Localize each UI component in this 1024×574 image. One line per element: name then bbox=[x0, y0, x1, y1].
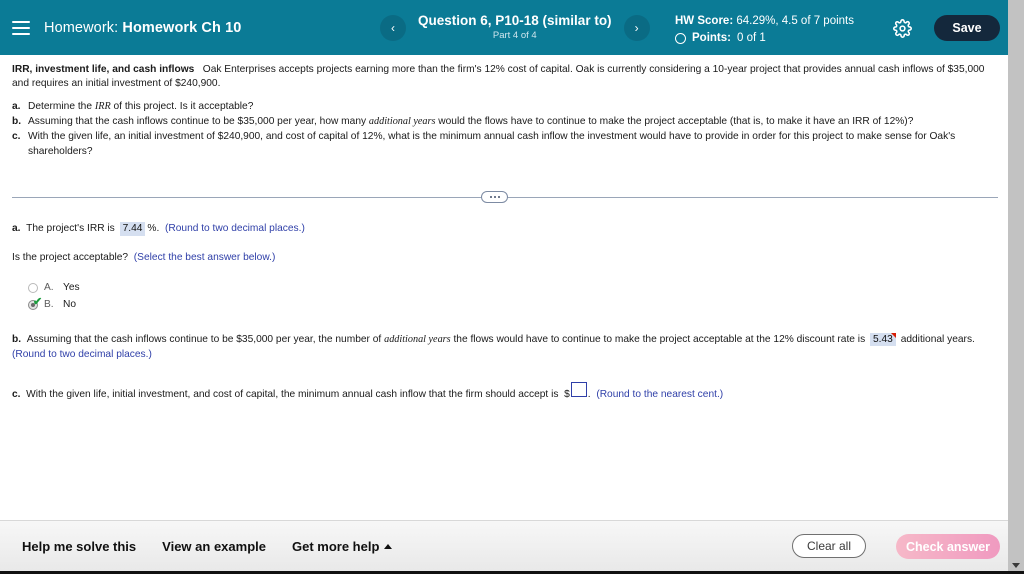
hw-score-row: HW Score: 64.29%, 4.5 of 7 points bbox=[675, 13, 854, 30]
part-letter: c. bbox=[12, 130, 21, 142]
choice-label: No bbox=[63, 299, 77, 311]
min-cash-inflow-input[interactable] bbox=[570, 382, 587, 398]
answer-row-a: a. The project's IRR is 7.44 %. (Round t… bbox=[12, 221, 998, 236]
checkmark-icon: ✔ bbox=[33, 296, 43, 308]
vertical-scrollbar[interactable] bbox=[1008, 0, 1024, 574]
view-an-example-button[interactable]: View an example bbox=[162, 539, 266, 554]
question-content: IRR, investment life, and cash inflows O… bbox=[0, 55, 1008, 520]
question-stem: IRR, investment life, and cash inflows O… bbox=[0, 55, 1008, 92]
answer-b-text-after: additional years. bbox=[900, 333, 975, 345]
choice-letter: B. bbox=[44, 299, 54, 311]
help-links: Help me solve this View an example Get m… bbox=[22, 539, 393, 554]
question-stem-lead: IRR, investment life, and cash inflows bbox=[12, 64, 195, 75]
score-summary: HW Score: 64.29%, 4.5 of 7 points Points… bbox=[675, 13, 854, 46]
caret-up-icon bbox=[384, 544, 393, 549]
acceptable-prompt: Is the project acceptable? bbox=[12, 252, 129, 264]
check-answer-button[interactable]: Check answer bbox=[896, 534, 1000, 559]
acceptable-prompt-row: Is the project acceptable? (Select the b… bbox=[12, 250, 998, 265]
choice-letter: A. bbox=[44, 282, 54, 294]
currency-symbol: $ bbox=[564, 389, 570, 401]
answer-c-hint: (Round to the nearest cent.) bbox=[596, 389, 724, 401]
page-title: Homework: Homework Ch 10 bbox=[44, 20, 241, 36]
points-circle-icon bbox=[675, 32, 686, 44]
question-part: Part 4 of 4 bbox=[492, 29, 537, 41]
answer-area: a. The project's IRR is 7.44 %. (Round t… bbox=[0, 205, 1008, 402]
app-header: Homework: Homework Ch 10 ‹ Question 6, P… bbox=[0, 0, 1008, 55]
answer-row-c: c. With the given life, initial investme… bbox=[12, 382, 998, 402]
answer-letter-b: b. bbox=[12, 333, 22, 345]
radio-icon[interactable]: ✔ bbox=[28, 297, 42, 310]
part-text-post: of this project. Is it acceptable? bbox=[110, 100, 254, 112]
hamburger-icon[interactable] bbox=[12, 20, 30, 35]
question-part-c: c. With the given life, an initial inves… bbox=[12, 130, 998, 160]
irr-hint: (Round to two decimal places.) bbox=[164, 222, 305, 234]
next-question-icon[interactable]: › bbox=[623, 14, 650, 41]
help-me-solve-this-button[interactable]: Help me solve this bbox=[22, 539, 136, 554]
answer-row-b: b. Assuming that the cash inflows contin… bbox=[12, 332, 998, 363]
answer-b-text-before: Assuming that the cash inflows continue … bbox=[26, 333, 382, 345]
section-divider bbox=[0, 189, 1008, 205]
question-title: Question 6, P10-18 (similar to) bbox=[418, 13, 612, 29]
get-more-help-button[interactable]: Get more help bbox=[291, 539, 393, 554]
get-more-help-label: Get more help bbox=[291, 539, 380, 554]
period: . bbox=[587, 389, 591, 401]
part-text-pre: Determine the bbox=[28, 100, 95, 112]
answer-letter-c: c. bbox=[12, 389, 21, 401]
radio-icon[interactable] bbox=[28, 283, 38, 293]
part-text-italic: IRR bbox=[94, 100, 111, 112]
answer-letter-a: a. bbox=[12, 222, 21, 234]
question-parts: a. Determine the IRR of this project. Is… bbox=[0, 92, 1008, 160]
question-part-b: b. Assuming that the cash inflows contin… bbox=[12, 115, 998, 130]
part-text-post: would the flows have to continue to make… bbox=[435, 115, 914, 127]
prev-question-icon[interactable]: ‹ bbox=[380, 14, 406, 41]
choice-label: Yes bbox=[63, 282, 80, 294]
homework-app: Homework: Homework Ch 10 ‹ Question 6, P… bbox=[0, 0, 1024, 574]
answer-a-text: The project's IRR is bbox=[26, 222, 115, 234]
clear-all-button[interactable]: Clear all bbox=[792, 534, 866, 558]
question-part-a: a. Determine the IRR of this project. Is… bbox=[12, 100, 998, 115]
additional-years-box[interactable]: 5.43 bbox=[870, 332, 896, 347]
save-button[interactable]: Save bbox=[934, 15, 1000, 41]
part-letter: a. bbox=[12, 100, 21, 112]
question-info: Question 6, P10-18 (similar to) Part 4 o… bbox=[418, 13, 612, 41]
ellipsis-pill-icon[interactable] bbox=[481, 190, 508, 203]
choice-b-no[interactable]: ✔ B. No bbox=[28, 297, 998, 314]
points-label: Points: bbox=[692, 31, 731, 44]
answer-c-text: With the given life, initial investment,… bbox=[26, 389, 559, 401]
hw-score-label: HW Score: bbox=[675, 15, 734, 27]
choice-a-yes[interactable]: A. Yes bbox=[28, 280, 998, 297]
acceptable-prompt-hint: (Select the best answer below.) bbox=[133, 252, 276, 264]
points-row: Points: 0 of 1 bbox=[675, 30, 854, 47]
hw-score-value: 64.29%, 4.5 of 7 points bbox=[736, 15, 854, 27]
page-title-name: Homework Ch 10 bbox=[122, 19, 242, 36]
part-text: Determine the IRR of this project. Is it… bbox=[28, 100, 253, 115]
irr-value-box[interactable]: 7.44 bbox=[119, 221, 146, 236]
gear-icon[interactable] bbox=[893, 19, 912, 38]
part-text-italic: additional years bbox=[368, 115, 436, 127]
part-text-pre: With the given life, an initial investme… bbox=[28, 130, 956, 157]
answer-b-italic: additional years bbox=[384, 333, 451, 345]
part-text: With the given life, an initial investme… bbox=[28, 130, 998, 160]
answer-b-hint: (Round to two decimal places.) bbox=[12, 348, 152, 360]
points-value: 0 of 1 bbox=[736, 31, 766, 44]
part-text-pre: Assuming that the cash inflows continue … bbox=[28, 115, 369, 127]
answer-b-text-mid: the flows would have to continue to make… bbox=[453, 333, 866, 345]
question-navigator: ‹ Question 6, P10-18 (similar to) Part 4… bbox=[380, 0, 650, 55]
page-title-label: Homework: bbox=[44, 19, 119, 36]
part-letter: b. bbox=[12, 115, 22, 127]
part-text: Assuming that the cash inflows continue … bbox=[28, 115, 913, 130]
answer-choices: A. Yes ✔ B. No bbox=[12, 280, 998, 314]
irr-unit: %. bbox=[147, 222, 160, 234]
